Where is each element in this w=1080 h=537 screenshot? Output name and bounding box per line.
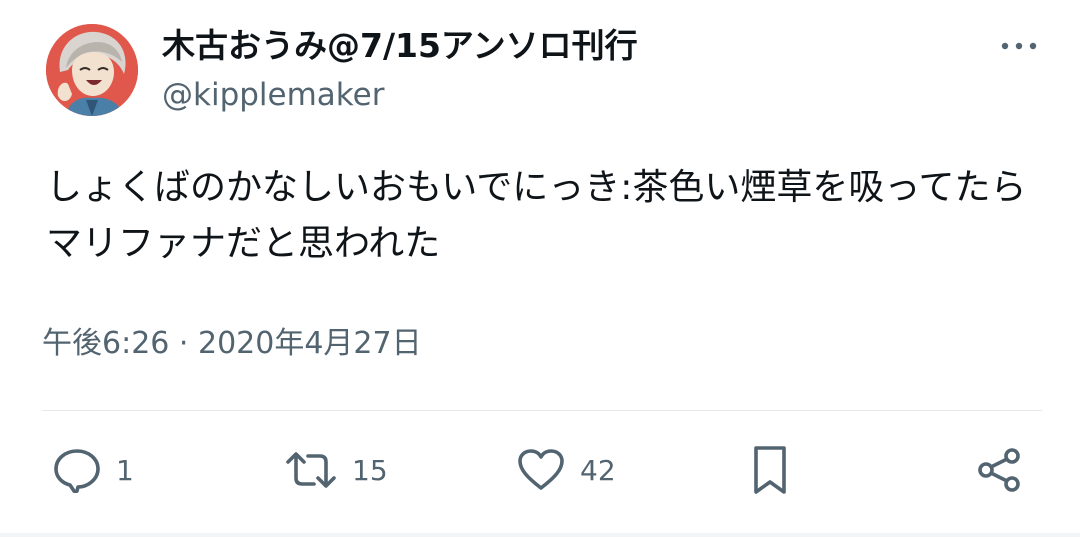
retweet-button[interactable]: 15 [284,444,388,496]
retweet-count: 15 [352,453,388,487]
like-count: 42 [580,453,616,487]
reply-count: 1 [116,453,134,487]
retweet-icon [286,452,336,488]
share-icon [978,448,1020,492]
bottom-border [0,533,1080,537]
tweet-text: しょくばのかなしいおもいでにっき:茶色い煙草を吸ってたらマリファナだと思われた [46,167,1027,264]
tweet-card: 木古おうみ@7/15アンソロ刊行 @kipplemaker しょくばのかなしいお… [0,0,1080,537]
reply-icon [54,449,100,493]
bookmark-button[interactable] [748,444,792,496]
more-horizontal-icon [1001,42,1037,50]
heart-icon [518,449,564,490]
bookmark-icon [754,446,786,494]
share-button[interactable] [974,444,1026,496]
user-handle[interactable]: @kipplemaker [162,75,384,115]
avatar[interactable] [46,24,138,116]
anime-character-avatar-icon [46,24,138,116]
tweet-timestamp[interactable]: 午後6:26 · 2020年4月27日 [42,322,422,366]
reply-button[interactable]: 1 [52,444,134,496]
divider [42,410,1042,411]
display-name[interactable]: 木古おうみ@7/15アンソロ刊行 [162,24,638,68]
like-button[interactable]: 42 [516,444,616,496]
more-options-button[interactable] [994,28,1044,64]
